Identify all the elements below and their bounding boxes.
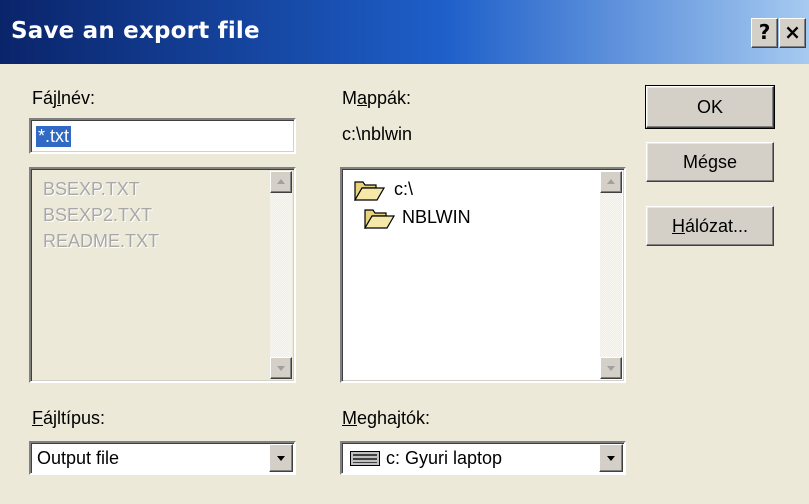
file-list[interactable]: BSEXP.TXT BSEXP2.TXT README.TXT xyxy=(29,167,296,383)
title-bar: Save an export file ? × xyxy=(0,0,809,64)
drive-selected: c: Gyuri laptop xyxy=(386,448,503,468)
folder-item-nblwin[interactable]: NBLWIN xyxy=(364,205,604,229)
scroll-up-button[interactable] xyxy=(600,171,622,193)
arrow-up-icon xyxy=(607,179,615,184)
scroll-down-button[interactable] xyxy=(600,357,622,379)
open-folder-icon xyxy=(354,181,386,201)
filename-label: Fájlnév: xyxy=(32,88,96,108)
list-item[interactable]: BSEXP.TXT xyxy=(43,179,140,200)
drives-label: Meghajtók: xyxy=(342,408,431,428)
filetype-label: Fájltípus: xyxy=(32,408,106,428)
filename-input-value: *.txt xyxy=(36,126,72,147)
arrow-down-icon xyxy=(607,366,615,371)
filetype-select[interactable]: Output file xyxy=(29,441,296,475)
folder-label: c:\ xyxy=(394,179,414,199)
folders-label: Mappák: xyxy=(342,88,412,108)
drive-select[interactable]: c: Gyuri laptop xyxy=(340,441,626,475)
current-path: c:\nblwin xyxy=(342,124,413,144)
folder-item-root[interactable]: c:\ xyxy=(354,177,594,201)
list-item[interactable]: README.TXT xyxy=(43,231,159,252)
scroll-down-button[interactable] xyxy=(270,357,292,379)
help-button[interactable]: ? xyxy=(751,18,778,48)
folder-list-scrollbar[interactable] xyxy=(600,171,622,379)
dialog-title: Save an export file xyxy=(11,18,260,44)
open-folder-icon xyxy=(364,209,396,229)
filetype-selected: Output file xyxy=(37,448,120,468)
filename-input[interactable]: *.txt xyxy=(29,118,296,154)
folder-label: NBLWIN xyxy=(402,207,471,227)
folder-list[interactable]: c:\ NBLWIN xyxy=(340,167,626,383)
chevron-down-icon xyxy=(607,456,615,461)
file-list-scrollbar[interactable] xyxy=(270,171,292,379)
arrow-up-icon xyxy=(277,179,285,184)
arrow-down-icon xyxy=(277,366,285,371)
drive-dropdown-button[interactable] xyxy=(599,444,623,472)
filetype-dropdown-button[interactable] xyxy=(269,444,293,472)
scroll-up-button[interactable] xyxy=(270,171,292,193)
chevron-down-icon xyxy=(277,456,285,461)
network-button[interactable]: Hálózat... xyxy=(646,206,774,246)
ok-button[interactable]: OK xyxy=(645,85,775,129)
list-item[interactable]: BSEXP2.TXT xyxy=(43,205,152,226)
cancel-button[interactable]: Mégse xyxy=(646,142,774,182)
drive-icon xyxy=(350,451,380,466)
close-button[interactable]: × xyxy=(779,18,806,48)
